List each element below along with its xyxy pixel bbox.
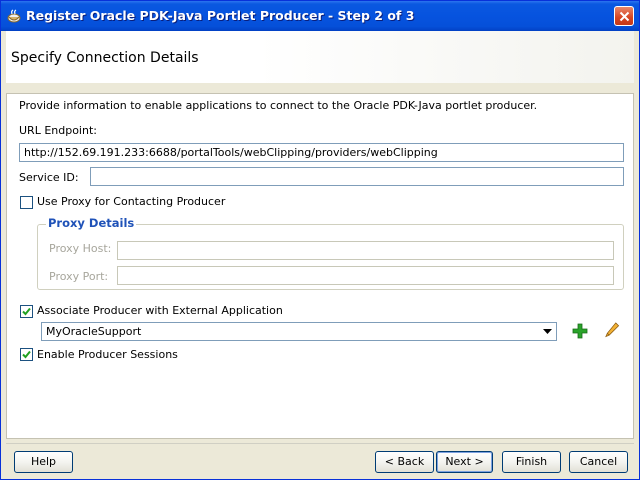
enable-sessions-label[interactable]: Enable Producer Sessions (37, 348, 178, 361)
close-icon (619, 11, 630, 22)
title-bar[interactable]: Register Oracle PDK-Java Portlet Produce… (1, 1, 639, 31)
finish-button[interactable]: Finish (502, 451, 561, 473)
external-app-select[interactable]: MyOracleSupport (41, 322, 557, 341)
close-button[interactable] (614, 6, 634, 26)
footer-divider (6, 443, 634, 444)
back-button[interactable]: < Back (375, 451, 434, 473)
intro-text: Provide information to enable applicatio… (19, 99, 538, 112)
checkmark-icon (22, 350, 31, 359)
oracle-cup-icon (7, 9, 21, 23)
use-proxy-checkbox[interactable] (20, 196, 33, 209)
service-id-label: Service ID: (19, 171, 79, 184)
proxy-port-input[interactable] (117, 266, 614, 285)
checkmark-icon (22, 307, 31, 316)
associate-checkbox[interactable] (20, 305, 33, 318)
dialog-window: Register Oracle PDK-Java Portlet Produce… (0, 0, 640, 480)
proxy-host-input[interactable] (117, 241, 614, 260)
url-endpoint-input[interactable]: http://152.69.191.233:6688/portalTools/w… (19, 143, 624, 162)
proxy-port-label: Proxy Port: (49, 270, 109, 283)
proxy-host-label: Proxy Host: (49, 242, 112, 255)
associate-label[interactable]: Associate Producer with External Applica… (37, 304, 283, 317)
service-id-input[interactable] (90, 167, 624, 186)
help-button[interactable]: Help (14, 451, 73, 473)
proxy-details-title: Proxy Details (46, 216, 137, 230)
external-app-selected: MyOracleSupport (46, 325, 142, 338)
url-endpoint-label: URL Endpoint: (19, 124, 97, 137)
page-title: Specify Connection Details (11, 50, 199, 66)
wizard-header: Specify Connection Details (6, 31, 634, 83)
next-button[interactable]: Next > (436, 451, 493, 473)
enable-sessions-checkbox[interactable] (20, 348, 33, 361)
cancel-button[interactable]: Cancel (569, 451, 628, 473)
pencil-icon[interactable] (604, 322, 620, 338)
use-proxy-label[interactable]: Use Proxy for Contacting Producer (37, 195, 225, 208)
chevron-down-icon (543, 329, 552, 334)
add-icon[interactable] (572, 323, 588, 339)
window-title: Register Oracle PDK-Java Portlet Produce… (26, 8, 415, 23)
